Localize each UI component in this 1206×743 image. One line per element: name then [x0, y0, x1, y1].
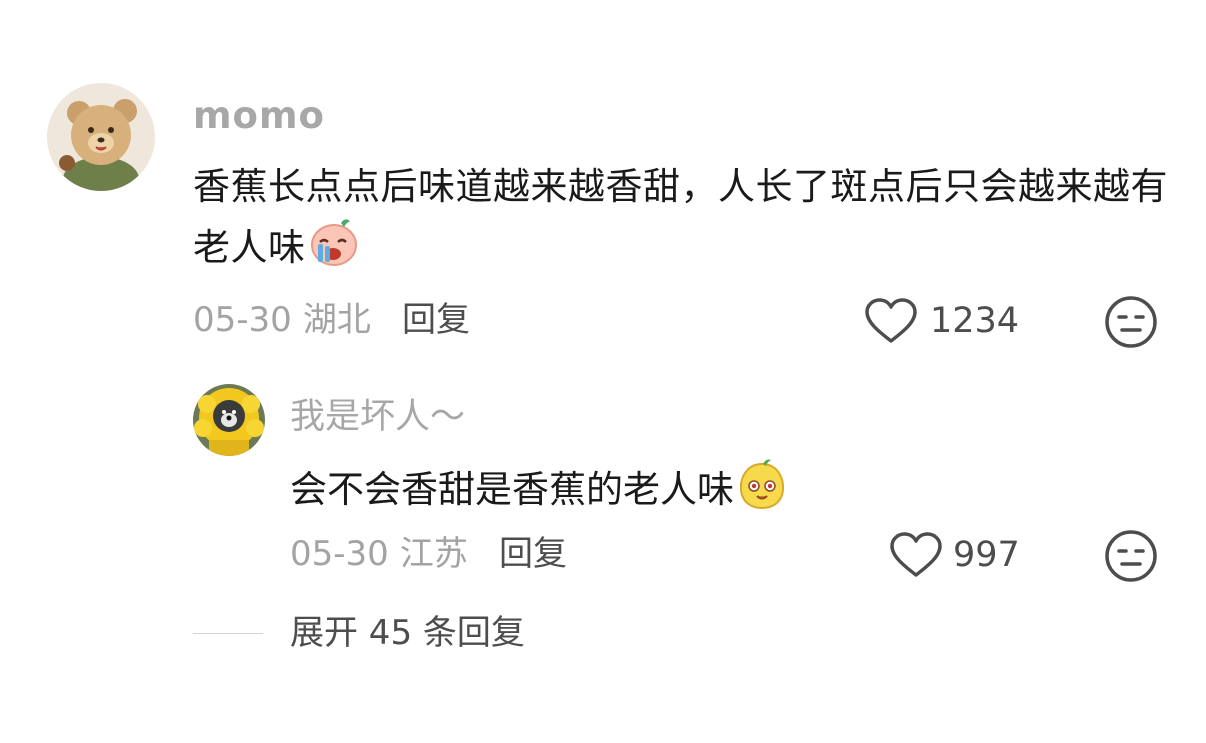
reply-heart-icon[interactable] — [889, 532, 943, 578]
reply-text-body: 会不会香甜是香蕉的老人味 — [290, 468, 734, 511]
like-count: 1234 — [930, 301, 1020, 341]
dislike-face-icon[interactable] — [1104, 295, 1158, 349]
avatar[interactable] — [47, 83, 155, 191]
reply-location: 江苏 — [399, 534, 468, 574]
comment-date: 05-30 — [193, 300, 292, 340]
reply-dislike-face-icon[interactable] — [1104, 529, 1158, 583]
reply-date: 05-30 — [290, 534, 389, 574]
comment-text: 香蕉长点点后味道越来越香甜，人长了斑点后只会越来越有老人味 — [193, 158, 1168, 277]
reply-reply-button[interactable]: 回复 — [499, 534, 567, 574]
reply-text: 会不会香甜是香蕉的老人味 — [290, 458, 788, 519]
reply-avatar[interactable] — [193, 384, 265, 456]
smiling-bean-emoji-icon — [739, 459, 785, 510]
reply-meta: 05-30 江苏 回复 — [290, 534, 567, 574]
reply-button[interactable]: 回复 — [402, 300, 470, 340]
comment-meta: 05-30 湖北 回复 — [193, 300, 470, 340]
expand-replies-button[interactable]: 展开 45 条回复 — [290, 612, 525, 654]
comment-username[interactable]: momo — [193, 95, 325, 137]
heart-icon[interactable] — [864, 298, 918, 344]
reply-like-count: 997 — [953, 535, 1020, 575]
reply-username[interactable]: 我是坏人～ — [290, 396, 465, 438]
avatar-sunflower-dog-image — [193, 384, 265, 456]
crying-face-emoji-icon — [310, 219, 357, 266]
avatar-bear-image — [47, 83, 155, 191]
expand-divider — [193, 633, 263, 634]
comment-location: 湖北 — [302, 300, 371, 340]
